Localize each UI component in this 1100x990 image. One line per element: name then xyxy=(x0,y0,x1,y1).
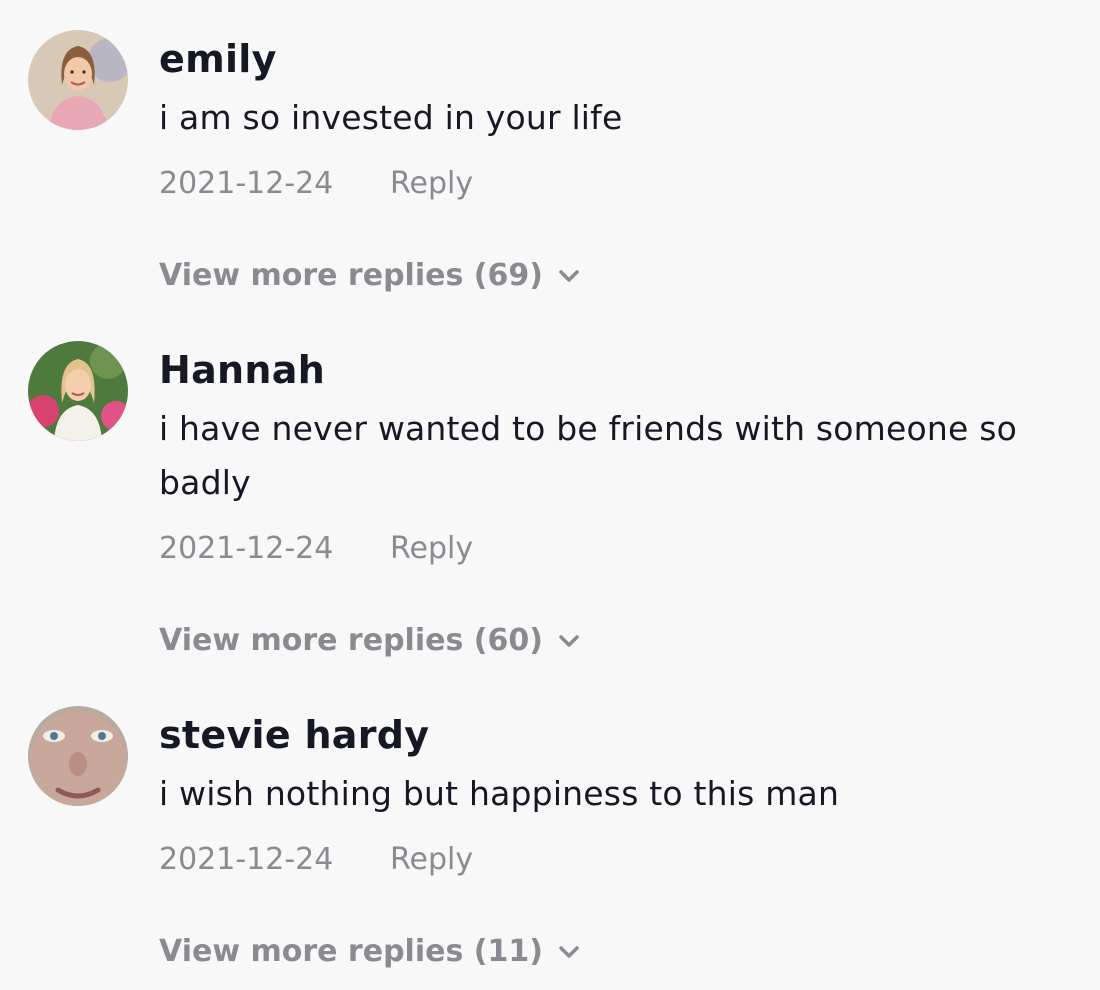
avatar[interactable] xyxy=(28,30,128,130)
reply-button[interactable]: Reply xyxy=(390,840,473,880)
comment-item: emily i am so invested in your life 2021… xyxy=(0,0,1100,320)
comment-username[interactable]: Hannah xyxy=(159,348,325,392)
comment-text: i wish nothing but happiness to this man xyxy=(159,774,840,813)
comment-meta: 2021-12-24 Reply xyxy=(159,164,473,204)
reply-button[interactable]: Reply xyxy=(390,529,473,569)
comment-date: 2021-12-24 xyxy=(159,531,334,566)
avatar-image xyxy=(28,30,128,130)
view-more-replies-label: View more replies (69) xyxy=(159,258,543,293)
comment-username[interactable]: stevie hardy xyxy=(159,713,429,757)
chevron-down-icon xyxy=(557,931,581,971)
avatar-image xyxy=(28,706,128,806)
comment-text: i have never wanted to be friends with s… xyxy=(159,409,1018,502)
comment-item: Hannah i have never wanted to be friends… xyxy=(0,320,1100,680)
view-more-replies-button[interactable]: View more replies (11) xyxy=(159,932,581,972)
comment-date: 2021-12-24 xyxy=(159,842,334,877)
reply-button[interactable]: Reply xyxy=(390,164,473,204)
chevron-down-icon xyxy=(557,255,581,295)
avatar-image xyxy=(28,341,128,441)
avatar[interactable] xyxy=(28,341,128,441)
view-more-replies-label: View more replies (60) xyxy=(159,623,543,658)
chevron-down-icon xyxy=(557,620,581,660)
avatar[interactable] xyxy=(28,706,128,806)
comment-meta: 2021-12-24 Reply xyxy=(159,840,473,880)
view-more-replies-label: View more replies (11) xyxy=(159,934,543,969)
comment-meta: 2021-12-24 Reply xyxy=(159,529,473,569)
view-more-replies-button[interactable]: View more replies (69) xyxy=(159,256,581,296)
comment-item: stevie hardy i wish nothing but happines… xyxy=(0,680,1100,990)
view-more-replies-button[interactable]: View more replies (60) xyxy=(159,621,581,661)
comment-username[interactable]: emily xyxy=(159,37,277,81)
comment-date: 2021-12-24 xyxy=(159,166,334,201)
comment-list: emily i am so invested in your life 2021… xyxy=(0,0,1100,990)
comment-text: i am so invested in your life xyxy=(159,98,623,137)
